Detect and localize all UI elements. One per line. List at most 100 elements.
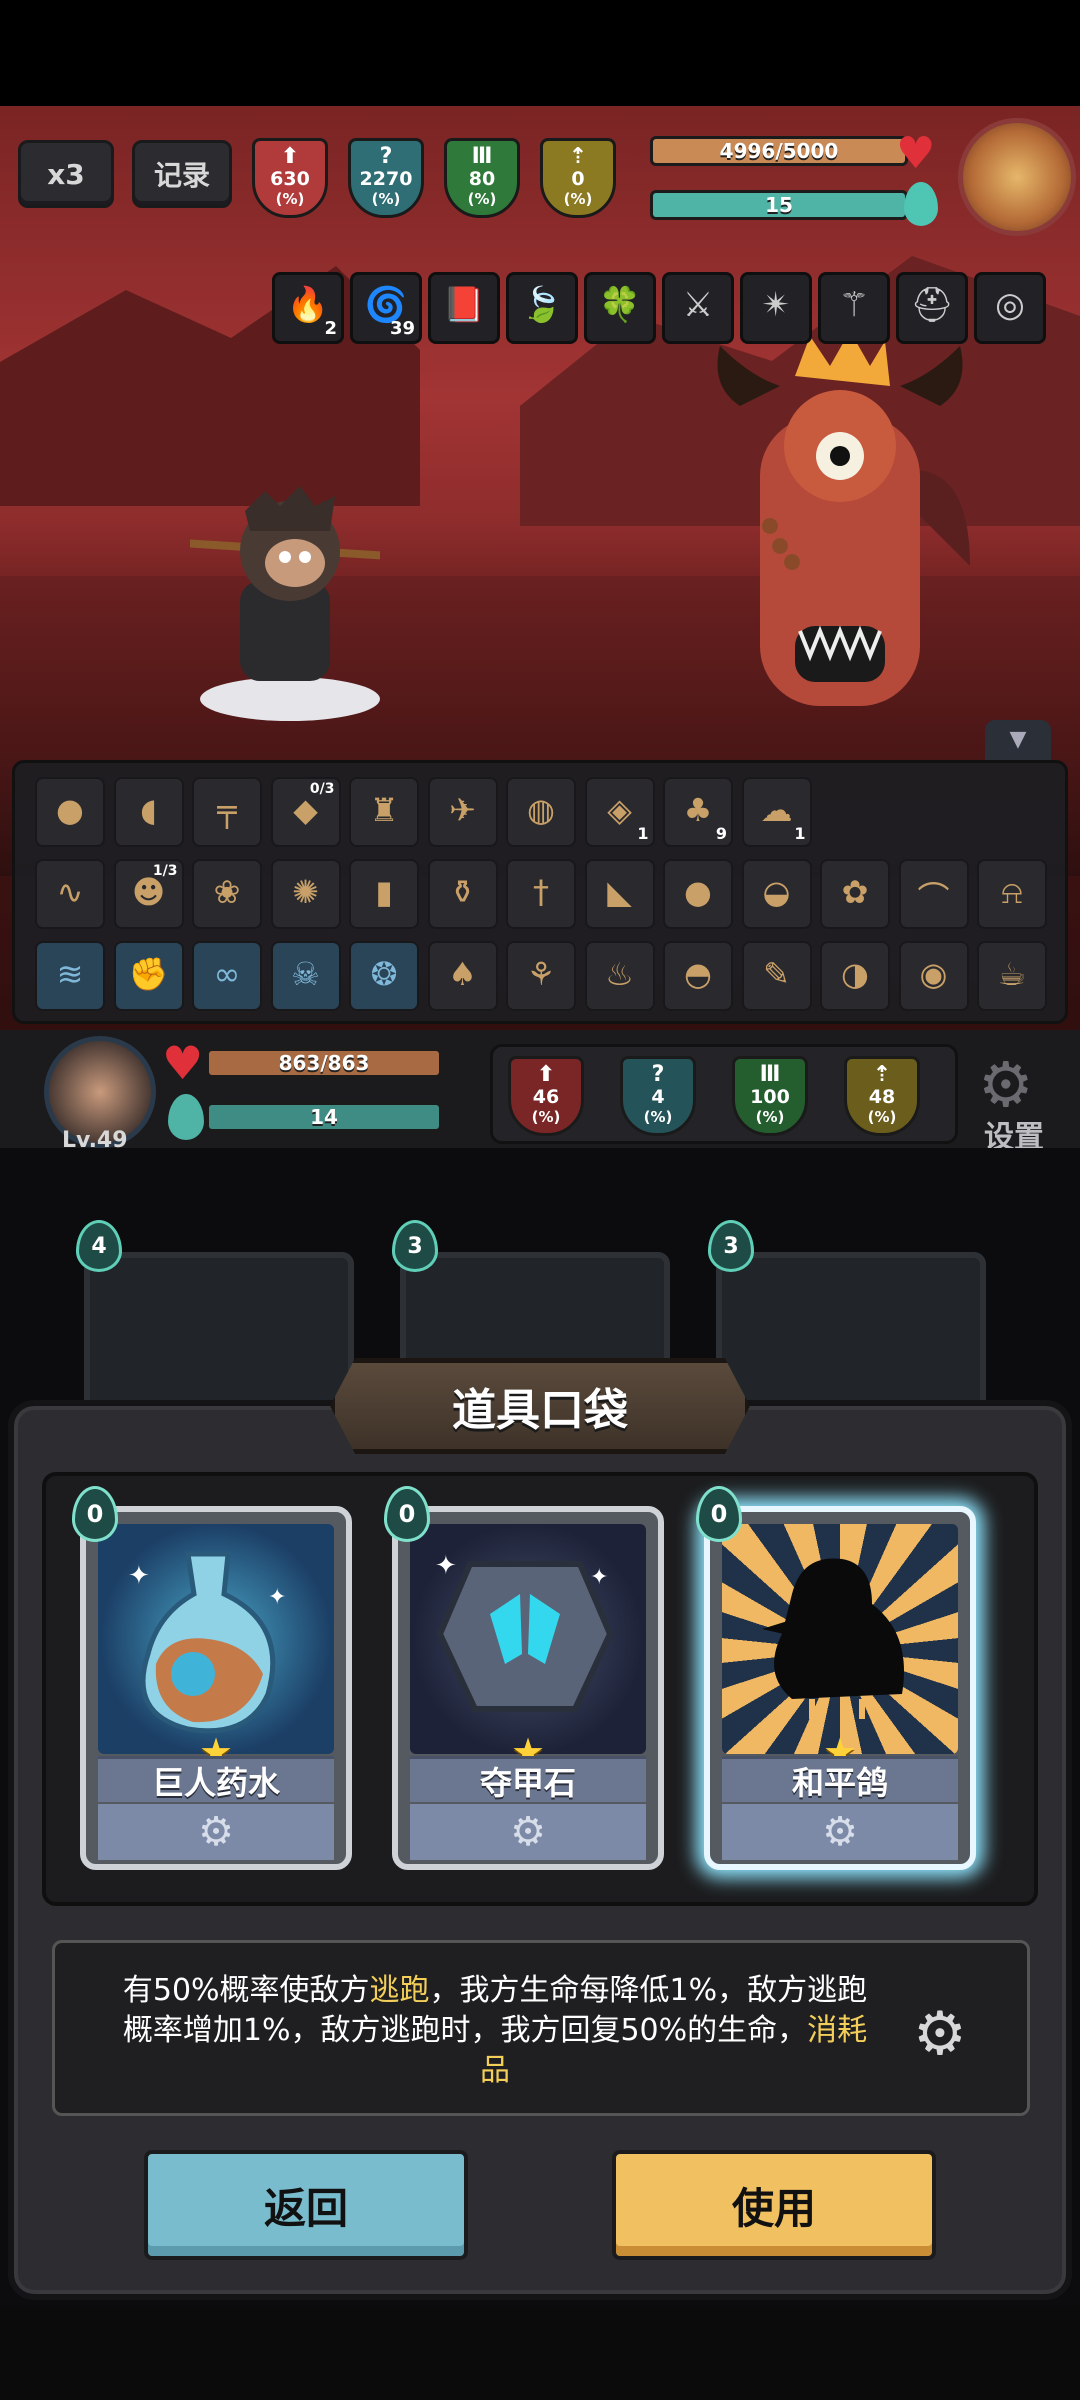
player-stat-attack-arrow[interactable]: ⬆ 46 (%) [508, 1056, 584, 1136]
item-card-giant-potion[interactable]: ✦ ✦ ★ 巨人药水 ⚙ [80, 1506, 352, 1870]
player-mana-text: 14 [310, 1105, 338, 1129]
hand-card [84, 1252, 354, 1422]
stat-unit: (%) [867, 1108, 897, 1126]
player-stat-crit-question[interactable]: ? 4 (%) [620, 1056, 696, 1136]
sword-leaf-icon: ⚘ [526, 955, 556, 993]
dark-helmet-icon: ⛑ [910, 285, 954, 325]
golden-horn-icon: ⌒ [917, 879, 950, 917]
inventory-slot[interactable]: ◒ [741, 859, 812, 929]
item-card-armor-steal-stone[interactable]: ✦ ✦ ★ 夺甲石 ⚙ [392, 1506, 664, 1870]
inventory-slot[interactable]: ☕ [977, 941, 1047, 1011]
inventory-slot[interactable]: ♣ 9 [663, 777, 733, 847]
inventory-slot[interactable]: ◣ [584, 859, 655, 929]
bead-necklace-icon: ◎ [995, 285, 1025, 325]
attack-arrow-icon: ⬆ [280, 144, 300, 169]
inventory-slot[interactable]: ☻ 1/3 [113, 859, 184, 929]
inventory-slot[interactable]: ◑ [820, 941, 890, 1011]
inventory-slot[interactable]: ❂ [349, 941, 419, 1011]
inventory-slot[interactable]: ♨ [584, 941, 655, 1011]
chevron-down-icon[interactable]: ▼ [985, 720, 1051, 760]
item-description: 有50%概率使敌方逃跑，我方生命每降低1%，敌方逃跑概率增加1%，敌方逃跑时，我… [115, 1971, 875, 2091]
relic-fire-imp-icon[interactable]: 🔥 2 [272, 272, 344, 344]
heart-icon: ♥ [896, 128, 936, 179]
inventory-slot[interactable]: ◖ [113, 777, 184, 847]
player-stat-defense-pillar[interactable]: Ⅲ 100 (%) [732, 1056, 808, 1136]
armor-steal-stone-icon: ✦ ✦ [410, 1524, 646, 1754]
relic-lime-leaf-icon[interactable]: 🍀 [584, 272, 656, 344]
black-pot-icon: ◓ [684, 955, 712, 993]
warrior-icon: ⚔ [682, 285, 714, 325]
relic-bead-necklace-icon[interactable]: ◎ [974, 272, 1046, 344]
brown-bell-icon: ⍾ [1001, 873, 1023, 911]
enemy-stat-speed-up[interactable]: ⇡ 0 (%) [540, 138, 616, 218]
inventory-slot[interactable]: ≋ [35, 941, 105, 1011]
inventory-slot[interactable]: ♜ [349, 777, 419, 847]
relic-spiral-shell-icon[interactable]: 🌀 39 [350, 272, 422, 344]
attack-arrow-icon: ⬆ [536, 1062, 556, 1087]
inventory-slot[interactable]: ✺ [270, 859, 341, 929]
mana-drop-icon [168, 1094, 204, 1140]
crit-question-icon: ? [379, 144, 393, 169]
inventory-slot[interactable]: ╤ [192, 777, 262, 847]
inventory-slot[interactable]: ◓ [663, 941, 733, 1011]
gear-icon[interactable]: ⚙ [978, 1048, 1034, 1121]
enemy-stat-attack-arrow[interactable]: ⬆ 630 (%) [252, 138, 328, 218]
inventory-slot[interactable]: ☁ 1 [741, 777, 812, 847]
inventory-slot[interactable]: ● [35, 777, 105, 847]
gear-icon: ⚙ [913, 1999, 967, 2069]
relic-count: 39 [389, 318, 415, 339]
stat-unit: (%) [643, 1108, 673, 1126]
enemy-mana-text: 15 [765, 193, 793, 217]
inventory-slot[interactable]: ❀ [192, 859, 262, 929]
inventory-slot[interactable]: ✈ [427, 777, 498, 847]
enemy-stat-defense-pillar[interactable]: Ⅲ 80 (%) [444, 138, 520, 218]
inventory-slot[interactable]: ● [663, 859, 733, 929]
boss-demon [700, 326, 980, 726]
bird-icon: ✈ [449, 791, 476, 829]
inventory-slot[interactable]: ◆ 0/3 [270, 777, 341, 847]
heart-icon: ♥ [162, 1036, 204, 1090]
inventory-slot[interactable]: ⍾ [977, 859, 1047, 929]
slot-progress: 1/3 [152, 863, 178, 879]
svg-text:✦: ✦ [128, 1561, 150, 1591]
speed-up-icon: ⇡ [872, 1062, 892, 1087]
item-description-box: 有50%概率使敌方逃跑，我方生命每降低1%，敌方逃跑概率增加1%，敌方逃跑时，我… [52, 1940, 1030, 2116]
speed-button[interactable]: x3 [18, 140, 114, 208]
inventory-slot[interactable]: ◈ 1 [584, 777, 655, 847]
back-button[interactable]: 返回 [144, 2150, 468, 2260]
egg-nest-icon: ◍ [527, 791, 555, 829]
stat-value: 100 [750, 1086, 790, 1108]
relic-red-trident-icon[interactable]: ⚚ [818, 272, 890, 344]
inventory-slot[interactable]: ☠ [270, 941, 341, 1011]
record-button[interactable]: 记录 [132, 140, 232, 208]
item-card-peace-dove[interactable]: ★ 和平鸽 ⚙ [704, 1506, 976, 1870]
enemy-stat-crit-question[interactable]: ? 2270 (%) [348, 138, 424, 218]
inventory-slot[interactable]: ⌒ [898, 859, 969, 929]
description-text: 有50%概率使敌方 [122, 1973, 370, 2008]
relic-green-leaf-icon[interactable]: 🍃 [506, 272, 578, 344]
inventory-slot[interactable]: ✿ [820, 859, 890, 929]
boss-avatar[interactable] [958, 118, 1076, 236]
svg-text:✦: ✦ [268, 1585, 286, 1610]
inventory-slot[interactable]: ⚱ [427, 859, 498, 929]
relic-flame-claw-icon[interactable]: ✴ [740, 272, 812, 344]
slot-count: 9 [715, 824, 727, 843]
use-button[interactable]: 使用 [612, 2150, 936, 2260]
item-card-name: 夺甲石 [410, 1756, 646, 1802]
inventory-slot[interactable]: ⚘ [506, 941, 576, 1011]
relic-book-icon[interactable]: 📕 [428, 272, 500, 344]
inventory-slot[interactable]: ▮ [349, 859, 419, 929]
slot-count: 1 [637, 824, 649, 843]
relic-warrior-icon[interactable]: ⚔ [662, 272, 734, 344]
relic-dark-helmet-icon[interactable]: ⛑ [896, 272, 968, 344]
inventory-slot[interactable]: † [506, 859, 576, 929]
inventory-slot[interactable]: ◉ [898, 941, 969, 1011]
inventory-slot[interactable]: ✎ [741, 941, 812, 1011]
inventory-slot[interactable]: ♠ [427, 941, 498, 1011]
defense-pillar-icon: Ⅲ [759, 1062, 781, 1087]
inventory-slot[interactable]: ∞ [192, 941, 262, 1011]
inventory-slot[interactable]: ◍ [506, 777, 576, 847]
inventory-slot[interactable]: ✊ [113, 941, 184, 1011]
player-stat-speed-up[interactable]: ⇡ 48 (%) [844, 1056, 920, 1136]
inventory-slot[interactable]: ∿ [35, 859, 105, 929]
